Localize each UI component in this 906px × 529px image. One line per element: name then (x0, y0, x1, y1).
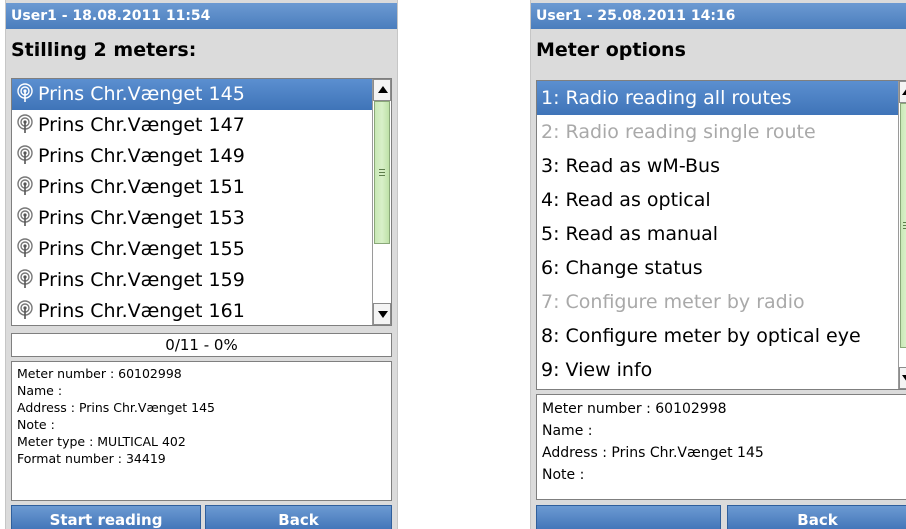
scroll-down-button[interactable] (899, 367, 906, 389)
radio-antenna-icon (17, 207, 33, 226)
title-bar: User1 - 25.08.2011 14:16 (531, 3, 906, 29)
arrow-up-icon (902, 88, 906, 95)
list-item-meter[interactable]: Prins Chr.Vænget 161 (12, 296, 372, 325)
name-line: Name : (542, 423, 593, 439)
radio-antenna-icon (17, 300, 33, 319)
radio-antenna-icon (17, 114, 33, 133)
meter-number-line: Meter number : 60102998 (542, 401, 727, 417)
list-item-meter[interactable]: Prins Chr.Vænget 151 (12, 172, 372, 203)
option-read-optical[interactable]: 4: Read as optical (537, 183, 898, 217)
radio-antenna-icon (17, 238, 33, 257)
option-configure-radio: 7: Configure meter by radio (541, 291, 805, 313)
list-scrollbar[interactable] (372, 79, 391, 325)
list-item-label: Prins Chr.Vænget 145 (38, 83, 245, 105)
meter-options-list[interactable]: 1: Radio reading all routes 2: Radio rea… (536, 80, 906, 390)
list-item-label: Prins Chr.Vænget 149 (38, 145, 245, 167)
option-configure-optical-eye[interactable]: 8: Configure meter by optical eye (537, 319, 898, 353)
title-bar: User1 - 18.08.2011 11:54 (6, 3, 397, 29)
radio-antenna-icon (17, 145, 33, 164)
scroll-up-button[interactable] (899, 81, 906, 103)
left-softkey-button[interactable] (536, 505, 721, 529)
note-line: Note : (542, 467, 585, 483)
option-view-info[interactable]: 9: View info (537, 353, 898, 387)
meter-list-items: Prins Chr.Vænget 145 Prins Chr.Vænget 14… (12, 79, 372, 325)
list-item-meter[interactable]: Prins Chr.Vænget 159 (12, 265, 372, 296)
meter-list-screen: User1 - 18.08.2011 11:54 Stilling 2 mete… (5, 0, 398, 529)
page-title: Meter options (536, 39, 686, 61)
meter-options-screen: User1 - 25.08.2011 14:16 Meter options 1… (530, 0, 906, 529)
option-change-status[interactable]: 6: Change status (537, 251, 898, 285)
meter-type-line: Meter type : MULTICAL 402 (17, 434, 186, 449)
scroll-up-button[interactable] (373, 79, 391, 101)
list-scrollbar[interactable] (898, 81, 906, 389)
arrow-up-icon (378, 86, 388, 93)
page-title: Stilling 2 meters: (11, 39, 197, 61)
list-item-label: Prins Chr.Vænget 147 (38, 114, 245, 136)
radio-antenna-icon (17, 176, 33, 195)
scroll-down-button[interactable] (373, 303, 391, 325)
radio-antenna-icon (17, 269, 33, 288)
address-line: Address : Prins Chr.Vænget 145 (542, 445, 764, 461)
option-read-wm-bus[interactable]: 3: Read as wM-Bus (537, 149, 898, 183)
meter-number-line: Meter number : 60102998 (17, 366, 182, 381)
radio-antenna-icon (17, 83, 33, 102)
list-item-meter[interactable]: Prins Chr.Vænget 153 (12, 203, 372, 234)
list-item-label: Prins Chr.Vænget 151 (38, 176, 245, 198)
option-radio-all-routes[interactable]: 1: Radio reading all routes (537, 81, 898, 115)
meter-info-panel: Meter number : 60102998 Name : Address :… (536, 394, 906, 500)
grip-line (379, 175, 385, 176)
progress-status: 0/11 - 0% (11, 333, 392, 357)
arrow-down-icon (378, 311, 388, 318)
option-read-manual[interactable]: 5: Read as manual (537, 217, 898, 251)
note-line: Note : (17, 417, 55, 432)
scroll-thumb[interactable] (900, 103, 906, 348)
list-item-meter[interactable]: Prins Chr.Vænget 149 (12, 141, 372, 172)
meter-options-items: 1: Radio reading all routes 2: Radio rea… (537, 81, 898, 389)
list-item-label: Prins Chr.Vænget 161 (38, 300, 245, 322)
back-button[interactable]: Back (205, 505, 392, 529)
name-line: Name : (17, 383, 63, 398)
list-item-meter[interactable]: Prins Chr.Vænget 155 (12, 234, 372, 265)
meter-list[interactable]: Prins Chr.Vænget 145 Prins Chr.Vænget 14… (11, 78, 392, 326)
grip-line (379, 172, 385, 173)
grip-line (379, 169, 385, 170)
arrow-down-icon (902, 375, 906, 382)
list-item-label: Prins Chr.Vænget 155 (38, 238, 245, 260)
start-reading-button[interactable]: Start reading (11, 505, 201, 529)
list-item-meter[interactable]: Prins Chr.Vænget 147 (12, 110, 372, 141)
list-item-label: Prins Chr.Vænget 159 (38, 269, 245, 291)
option-radio-single-route: 2: Radio reading single route (541, 121, 816, 143)
back-button[interactable]: Back (727, 505, 906, 529)
scroll-thumb[interactable] (374, 101, 390, 244)
list-item-meter[interactable]: Prins Chr.Vænget 145 (12, 79, 372, 110)
meter-info-panel: Meter number : 60102998 Name : Address :… (11, 361, 392, 501)
list-item-label: Prins Chr.Vænget 153 (38, 207, 245, 229)
format-number-line: Format number : 34419 (17, 451, 166, 466)
address-line: Address : Prins Chr.Vænget 145 (17, 400, 215, 415)
